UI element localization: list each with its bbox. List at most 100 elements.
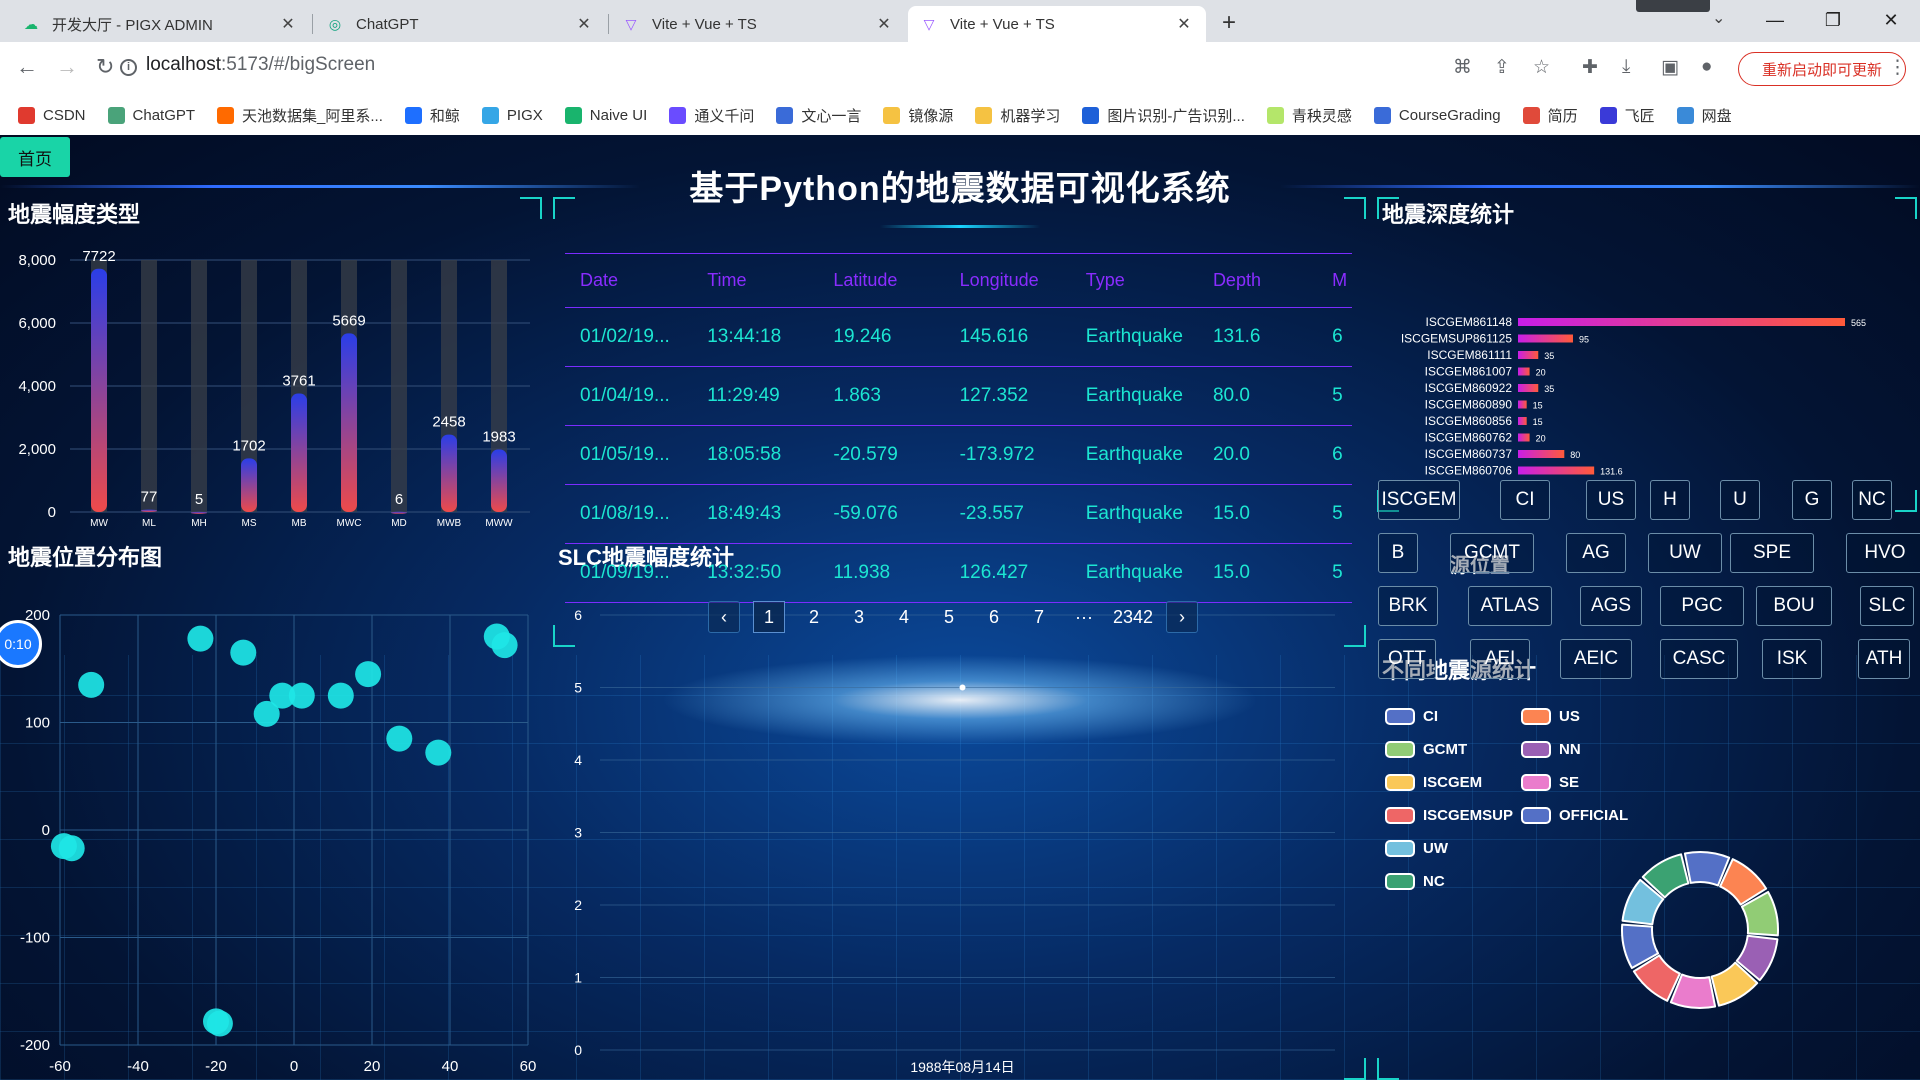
- bookmark-item[interactable]: CSDN: [18, 107, 86, 124]
- source-button[interactable]: B: [1378, 533, 1418, 573]
- source-button[interactable]: ISCGEM: [1378, 480, 1460, 520]
- reload-icon[interactable]: ↻: [96, 54, 114, 80]
- menu-dots-icon[interactable]: ⋮: [1888, 56, 1907, 79]
- table-cell: 18:05:58: [707, 444, 782, 465]
- page-button[interactable]: 2: [798, 601, 830, 633]
- source-button[interactable]: SPE: [1730, 533, 1814, 573]
- bookmark-item[interactable]: 镜像源: [883, 105, 953, 126]
- source-button[interactable]: ISK: [1762, 639, 1822, 679]
- chevron-down-icon[interactable]: ⌄: [1712, 8, 1725, 28]
- sidepanel-icon[interactable]: ▣: [1661, 56, 1679, 79]
- close-icon[interactable]: ✕: [574, 14, 594, 34]
- close-icon[interactable]: ✕: [874, 14, 894, 34]
- source-button[interactable]: AEI: [1470, 639, 1530, 679]
- col-header[interactable]: Longitude: [945, 270, 1071, 291]
- back-arrow-icon[interactable]: ←: [16, 54, 38, 80]
- source-button[interactable]: CASC: [1660, 639, 1738, 679]
- bookmark-label: 镜像源: [908, 108, 954, 125]
- bar-value-label: 131.6: [1600, 467, 1623, 477]
- page-button[interactable]: ···: [1068, 601, 1100, 633]
- bookmark-item[interactable]: PIGX: [481, 107, 543, 124]
- source-button[interactable]: ATLAS: [1468, 586, 1552, 626]
- source-button[interactable]: PGC: [1660, 586, 1744, 626]
- bookmark-item[interactable]: Naive UI: [564, 107, 647, 124]
- bookmark-item[interactable]: 简历: [1522, 105, 1578, 126]
- bookmark-item[interactable]: 和鲸: [404, 105, 460, 126]
- table-row[interactable]: 01/09/19... 13:32:50 11.938 126.427 Earthqua…: [565, 544, 1352, 603]
- bookmark-item[interactable]: 文心一言: [776, 105, 861, 126]
- source-button[interactable]: OTT: [1378, 639, 1436, 679]
- table-row[interactable]: 01/02/19... 13:44:18 19.246 145.616 Earthqua…: [565, 308, 1352, 367]
- bar-value-label: 5669: [332, 312, 365, 329]
- table-row[interactable]: 01/08/19... 18:49:43 -59.076 -23.557 Earthqu…: [565, 485, 1352, 544]
- bookmark-item[interactable]: CourseGrading: [1373, 107, 1501, 124]
- source-button[interactable]: AEIC: [1560, 639, 1632, 679]
- source-button[interactable]: ATH: [1858, 639, 1910, 679]
- source-button[interactable]: H: [1650, 480, 1690, 520]
- col-header[interactable]: Latitude: [818, 270, 944, 291]
- col-header[interactable]: Depth: [1198, 270, 1322, 291]
- share-icon[interactable]: ⇪: [1494, 56, 1510, 79]
- source-button[interactable]: UW: [1648, 533, 1722, 573]
- page-button[interactable]: 4: [888, 601, 920, 633]
- source-button[interactable]: SLC: [1860, 586, 1914, 626]
- bookmark-item[interactable]: 机器学习: [975, 105, 1060, 126]
- forward-arrow-icon[interactable]: →: [56, 54, 78, 80]
- bookmark-item[interactable]: 图片识别-广告识别...: [1082, 105, 1245, 126]
- table-row[interactable]: 01/05/19... 18:05:58 -20.579 -173.972 Earthq…: [565, 426, 1352, 485]
- source-button[interactable]: G: [1792, 480, 1832, 520]
- update-button[interactable]: 重新启动即可更新: [1738, 52, 1906, 86]
- translate-icon[interactable]: ⌘: [1453, 56, 1472, 79]
- bookmark-item[interactable]: 通义千问: [669, 105, 754, 126]
- page-button[interactable]: 3: [843, 601, 875, 633]
- tab-vite-active[interactable]: ▽ Vite + Vue + TS ✕: [908, 6, 1206, 42]
- restore-icon[interactable]: ❐: [1804, 10, 1862, 31]
- bookmark-item[interactable]: 网盘: [1676, 105, 1732, 126]
- url-bar[interactable]: localhost:5173/#/bigScreen: [146, 54, 375, 76]
- source-button[interactable]: GCMT: [1450, 533, 1534, 573]
- legend-label: US: [1559, 708, 1580, 725]
- prev-page-button[interactable]: ‹: [708, 601, 740, 633]
- page-button[interactable]: 5: [933, 601, 965, 633]
- col-header[interactable]: Time: [692, 270, 818, 291]
- tab-vite-1[interactable]: ▽ Vite + Vue + TS ✕: [610, 6, 906, 42]
- source-button[interactable]: US: [1586, 480, 1636, 520]
- bookmark-item[interactable]: 青秧灵感: [1266, 105, 1352, 126]
- next-page-button[interactable]: ›: [1166, 601, 1199, 633]
- source-button[interactable]: AG: [1566, 533, 1626, 573]
- close-icon[interactable]: ✕: [1174, 14, 1194, 34]
- minimize-icon[interactable]: —: [1746, 10, 1804, 31]
- y-tick-label: 2,000: [18, 441, 56, 458]
- bookmark-item[interactable]: ChatGPT: [107, 107, 195, 124]
- tab-pigx[interactable]: ☁ 开发大厅 - PIGX ADMIN ✕: [10, 6, 310, 42]
- x-tick-label: MWC: [337, 518, 362, 529]
- bookmark-item[interactable]: 飞匠: [1599, 105, 1655, 126]
- source-button[interactable]: HVO: [1846, 533, 1920, 573]
- bookmark-item[interactable]: 天池数据集_阿里系...: [217, 105, 383, 126]
- page-button[interactable]: 7: [1023, 601, 1055, 633]
- page-button[interactable]: 1: [753, 601, 785, 633]
- source-button[interactable]: CI: [1500, 480, 1550, 520]
- table-row[interactable]: 01/04/19... 11:29:49 1.863 127.352 Earthquak…: [565, 367, 1352, 426]
- source-button[interactable]: BOU: [1756, 586, 1832, 626]
- star-icon[interactable]: ☆: [1533, 56, 1550, 79]
- extensions-icon[interactable]: ✚: [1582, 56, 1598, 79]
- bookmark-label: 青秧灵感: [1291, 108, 1352, 125]
- download-icon[interactable]: ⤓: [1622, 56, 1630, 78]
- col-header[interactable]: M: [1322, 270, 1352, 291]
- info-icon[interactable]: i: [120, 59, 137, 76]
- new-tab-icon[interactable]: +: [1222, 9, 1236, 37]
- source-button[interactable]: BRK: [1378, 586, 1438, 626]
- close-window-icon[interactable]: ✕: [1862, 10, 1920, 31]
- source-button[interactable]: AGS: [1580, 586, 1642, 626]
- page-button[interactable]: 2342: [1113, 601, 1153, 633]
- profile-icon[interactable]: ●: [1701, 56, 1712, 78]
- legend-swatch: [1385, 807, 1415, 824]
- page-button[interactable]: 6: [978, 601, 1010, 633]
- close-icon[interactable]: ✕: [278, 14, 298, 34]
- source-button[interactable]: U: [1720, 480, 1760, 520]
- col-header[interactable]: Type: [1071, 270, 1198, 291]
- col-header[interactable]: Date: [565, 270, 692, 291]
- source-button[interactable]: NC: [1852, 480, 1892, 520]
- tab-chatgpt[interactable]: ◎ ChatGPT ✕: [314, 6, 606, 42]
